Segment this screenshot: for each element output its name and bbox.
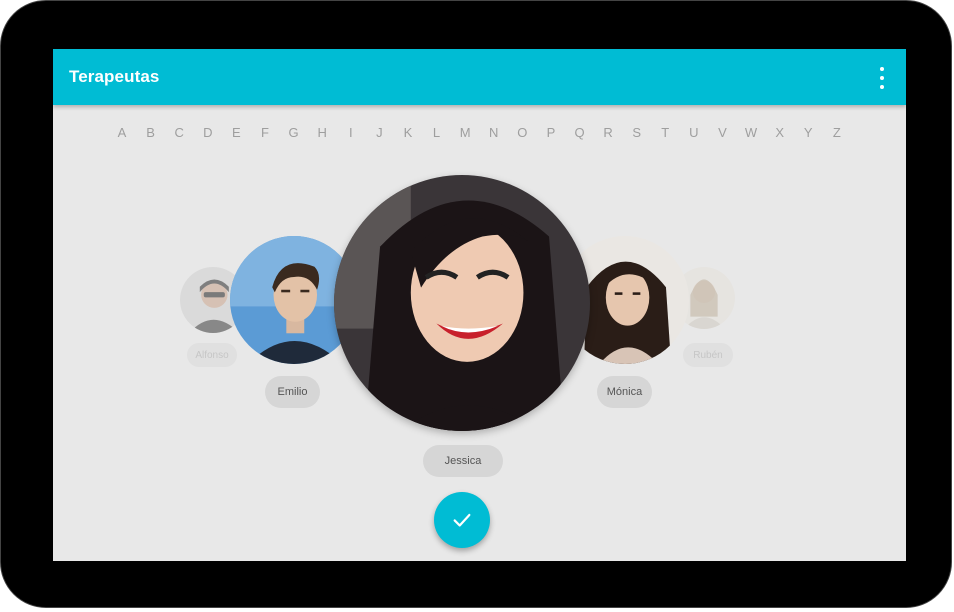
letter-z[interactable]: Z <box>828 125 846 140</box>
letter-n[interactable]: N <box>485 125 503 140</box>
tablet-frame: Terapeutas A B C D E F G H I J K L M N O… <box>0 0 952 608</box>
app-screen: Terapeutas A B C D E F G H I J K L M N O… <box>53 49 906 561</box>
letter-f[interactable]: F <box>256 125 274 140</box>
letter-d[interactable]: D <box>199 125 217 140</box>
letter-b[interactable]: B <box>142 125 160 140</box>
therapist-name-far-right: Rubén <box>683 343 733 367</box>
therapist-name-right: Mónica <box>597 376 652 408</box>
therapist-name-far-left: Alfonso <box>187 343 237 367</box>
letter-c[interactable]: C <box>170 125 188 140</box>
letter-g[interactable]: G <box>285 125 303 140</box>
confirm-button[interactable] <box>434 492 490 548</box>
letter-m[interactable]: M <box>456 125 474 140</box>
letter-i[interactable]: I <box>342 125 360 140</box>
letter-w[interactable]: W <box>742 125 760 140</box>
therapist-name-selected: Jessica <box>423 445 503 477</box>
alphabet-index: A B C D E F G H I J K L M N O P Q R S T … <box>113 125 846 140</box>
letter-t[interactable]: T <box>656 125 674 140</box>
letter-y[interactable]: Y <box>799 125 817 140</box>
letter-e[interactable]: E <box>227 125 245 140</box>
letter-k[interactable]: K <box>399 125 417 140</box>
letter-u[interactable]: U <box>685 125 703 140</box>
letter-j[interactable]: J <box>370 125 388 140</box>
avatar-selected[interactable] <box>334 175 590 431</box>
more-vert-icon[interactable] <box>872 67 892 89</box>
letter-l[interactable]: L <box>428 125 446 140</box>
letter-s[interactable]: S <box>628 125 646 140</box>
letter-x[interactable]: X <box>771 125 789 140</box>
check-icon <box>453 513 471 527</box>
app-bar: Terapeutas <box>53 49 906 105</box>
app-title: Terapeutas <box>69 67 160 86</box>
letter-a[interactable]: A <box>113 125 131 140</box>
letter-v[interactable]: V <box>713 125 731 140</box>
letter-r[interactable]: R <box>599 125 617 140</box>
letter-o[interactable]: O <box>513 125 531 140</box>
therapist-name-left: Emilio <box>265 376 320 408</box>
letter-q[interactable]: Q <box>571 125 589 140</box>
letter-h[interactable]: H <box>313 125 331 140</box>
letter-p[interactable]: P <box>542 125 560 140</box>
